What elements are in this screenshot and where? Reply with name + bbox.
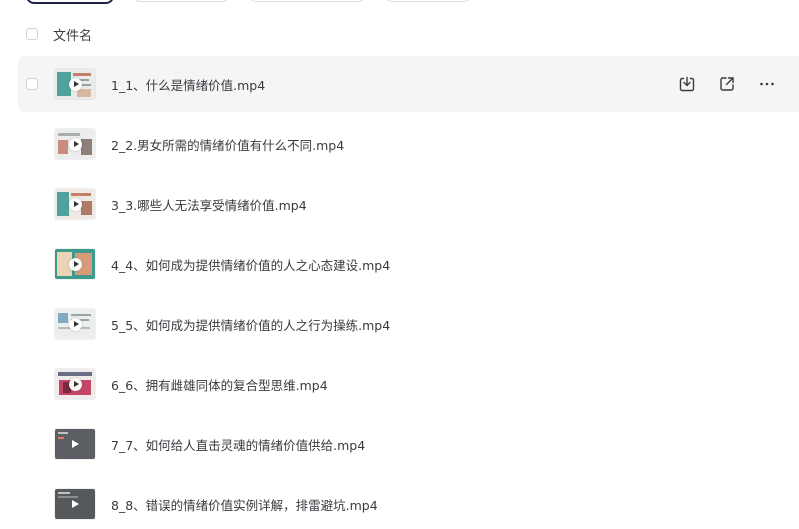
file-name[interactable]: 5_5、如何成为提供情绪价值的人之行为操练.mp4 bbox=[111, 315, 390, 334]
video-thumbnail bbox=[55, 129, 95, 159]
file-row[interactable]: 2_2.男女所需的情绪价值有什么不同.mp4 bbox=[18, 116, 799, 172]
file-row[interactable]: 7_7、如何给人直击灵魂的情绪价值供给.mp4 bbox=[18, 416, 799, 472]
file-name[interactable]: 1_1、什么是情绪价值.mp4 bbox=[111, 75, 265, 94]
file-list: 1_1、什么是情绪价值.mp4 2_2.男女所需的情绪价值有什么不同.mp4 3… bbox=[18, 56, 799, 529]
share-icon[interactable] bbox=[717, 74, 737, 94]
file-list-page: 文件名 1_1、什么是情绪价值.mp4 2_2.男女所需的情绪价值有什么不同.m… bbox=[0, 0, 799, 529]
file-row[interactable]: 5_5、如何成为提供情绪价值的人之行为操练.mp4 bbox=[18, 296, 799, 352]
toolbar-button-3[interactable] bbox=[248, 0, 366, 2]
video-thumbnail bbox=[55, 249, 95, 279]
file-name[interactable]: 7_7、如何给人直击灵魂的情绪价值供给.mp4 bbox=[111, 435, 365, 454]
video-thumbnail bbox=[55, 69, 95, 99]
play-icon bbox=[68, 317, 82, 331]
row-actions bbox=[677, 74, 777, 94]
file-row[interactable]: 1_1、什么是情绪价值.mp4 bbox=[18, 56, 799, 112]
file-row[interactable]: 4_4、如何成为提供情绪价值的人之心态建设.mp4 bbox=[18, 236, 799, 292]
select-all-checkbox[interactable] bbox=[26, 28, 38, 40]
toolbar bbox=[26, 0, 472, 4]
toolbar-button-4[interactable] bbox=[384, 0, 472, 2]
file-row[interactable]: 6_6、拥有雌雄同体的复合型思维.mp4 bbox=[18, 356, 799, 412]
download-icon[interactable] bbox=[677, 74, 697, 94]
play-icon bbox=[68, 137, 82, 151]
play-icon bbox=[68, 257, 82, 271]
play-icon bbox=[68, 77, 82, 91]
more-icon[interactable] bbox=[757, 74, 777, 94]
toolbar-button-2[interactable] bbox=[132, 0, 230, 2]
file-name[interactable]: 2_2.男女所需的情绪价值有什么不同.mp4 bbox=[111, 135, 344, 154]
toolbar-primary-button[interactable] bbox=[26, 0, 114, 4]
play-icon bbox=[68, 197, 82, 211]
video-thumbnail bbox=[55, 189, 95, 219]
file-name[interactable]: 8_8、错误的情绪价值实例详解，排雷避坑.mp4 bbox=[111, 495, 378, 514]
row-checkbox[interactable] bbox=[26, 78, 38, 90]
list-header: 文件名 bbox=[26, 21, 799, 47]
play-icon bbox=[68, 377, 82, 391]
file-name[interactable]: 6_6、拥有雌雄同体的复合型思维.mp4 bbox=[111, 375, 328, 394]
play-icon bbox=[72, 500, 79, 508]
column-header-filename[interactable]: 文件名 bbox=[53, 25, 92, 44]
video-thumbnail bbox=[55, 489, 95, 519]
play-icon bbox=[72, 440, 79, 448]
file-name[interactable]: 4_4、如何成为提供情绪价值的人之心态建设.mp4 bbox=[111, 255, 390, 274]
file-row[interactable]: 3_3.哪些人无法享受情绪价值.mp4 bbox=[18, 176, 799, 232]
video-thumbnail bbox=[55, 369, 95, 399]
file-row[interactable]: 8_8、错误的情绪价值实例详解，排雷避坑.mp4 bbox=[18, 476, 799, 529]
file-name[interactable]: 3_3.哪些人无法享受情绪价值.mp4 bbox=[111, 195, 307, 214]
video-thumbnail bbox=[55, 429, 95, 459]
video-thumbnail bbox=[55, 309, 95, 339]
